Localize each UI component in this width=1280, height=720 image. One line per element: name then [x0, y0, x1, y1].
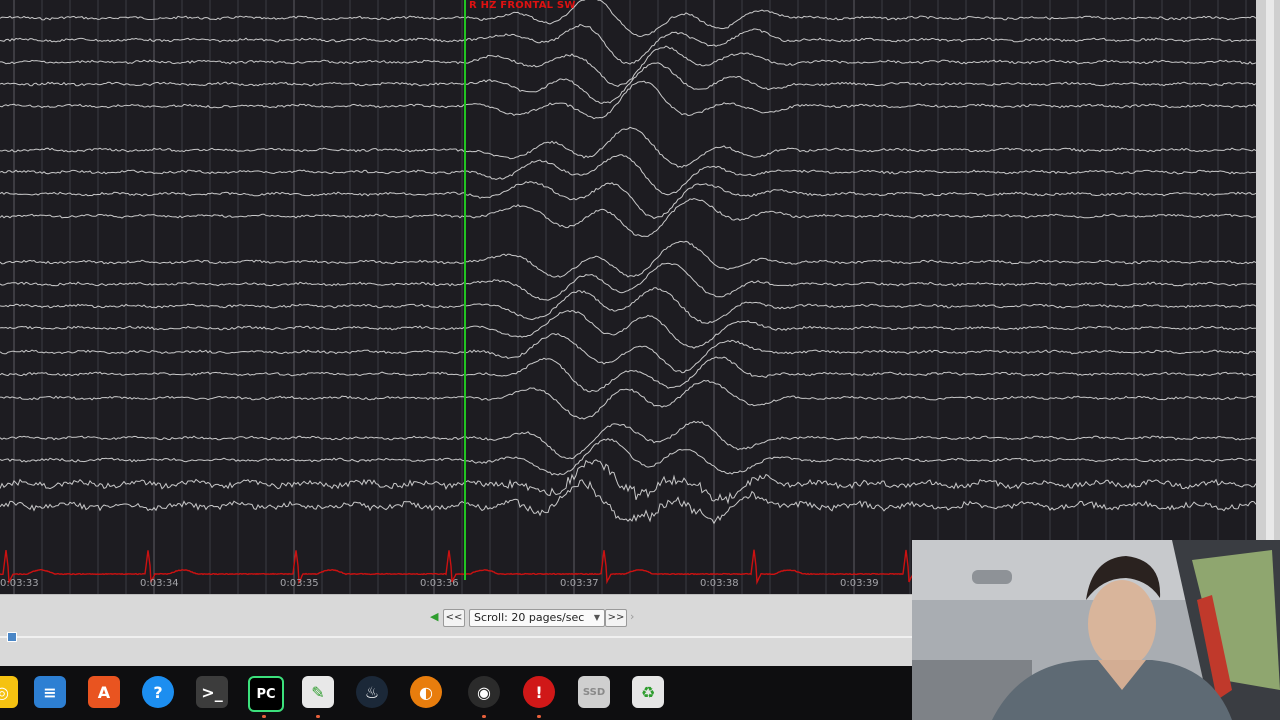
running-indicator [482, 715, 486, 718]
eeg-channel-trace [0, 45, 1256, 87]
time-axis-label: 0:03:36 [420, 578, 459, 589]
pycharm-icon[interactable]: PC [248, 676, 284, 712]
eeg-channel-trace [0, 287, 1256, 324]
timeline-slider[interactable] [0, 636, 912, 638]
text-editor-icon[interactable]: ✎ [302, 676, 334, 708]
dock-taskbar: ◎ ≡ A? >_ PC ✎ ♨ ◐ ◉! SSD ♻ [0, 666, 912, 720]
time-axis-label: 0:03:33 [0, 578, 39, 589]
fast-forward-button[interactable]: >> [605, 609, 627, 627]
dropdown-caret-icon: ▼ [593, 613, 600, 622]
eeg-channel-trace [0, 181, 1256, 220]
time-axis-label: 0:03:38 [700, 578, 739, 589]
eeg-channel-trace [0, 459, 1256, 505]
blender-icon[interactable]: ◐ [410, 676, 442, 708]
eeg-channel-trace [0, 0, 1256, 38]
time-axis-label: 0:03:39 [840, 578, 879, 589]
running-indicator [316, 715, 320, 718]
trash-icon[interactable]: ♻ [632, 676, 664, 708]
eeg-waveform-canvas[interactable] [0, 0, 1256, 594]
eeg-channel-trace [0, 356, 1256, 393]
steam-icon[interactable]: ♨ [356, 676, 388, 708]
eeg-channel-trace [0, 23, 1256, 65]
webcam-image [912, 540, 1280, 720]
scroll-rate-value: Scroll: 20 pages/sec [474, 611, 585, 624]
time-axis-label: 0:03:34 [140, 578, 179, 589]
help-icon[interactable]: ? [142, 676, 174, 708]
eeg-channel-trace [0, 420, 1256, 460]
rhythmbox-icon[interactable]: ◎ [0, 676, 18, 708]
eeg-channel-trace [0, 479, 1256, 525]
eeg-channel-trace [0, 80, 1256, 120]
obs-icon[interactable]: ◉ [468, 676, 500, 708]
vertical-scrollbar[interactable] [1256, 0, 1280, 594]
error-alert-icon[interactable]: ! [523, 676, 555, 708]
ssd-drive-icon[interactable]: SSD [578, 676, 610, 708]
eeg-channel-trace [0, 379, 1256, 420]
rewind-button[interactable]: << [443, 609, 465, 627]
timeline-slider-handle[interactable] [7, 632, 18, 642]
eeg-channel-trace [0, 197, 1256, 238]
eeg-channel-trace [0, 126, 1256, 168]
eeg-channel-trace [0, 309, 1256, 349]
eeg-channel-trace [0, 240, 1256, 278]
running-indicator [262, 715, 266, 718]
forward-arrow-icon[interactable]: › [630, 610, 634, 623]
eeg-channel-trace [0, 262, 1256, 301]
back-arrow-icon[interactable]: ◀ [430, 610, 438, 623]
software-center-icon[interactable]: A [88, 676, 120, 708]
annotation-label[interactable]: R HZ FRONTAL SW [469, 0, 576, 11]
vertical-scrollbar-thumb[interactable] [1266, 0, 1274, 594]
eeg-channel-trace [0, 154, 1256, 196]
eeg-channel-trace [0, 437, 1256, 476]
terminal-icon[interactable]: >_ [196, 676, 228, 708]
time-axis-label: 0:03:37 [560, 578, 599, 589]
scroll-rate-select[interactable]: Scroll: 20 pages/sec ▼ [469, 609, 605, 627]
writer-document-icon[interactable]: ≡ [34, 676, 66, 708]
eeg-waveform-view[interactable]: R HZ FRONTAL SW 0:03:33 0:03:34 0:03:35 0:0… [0, 0, 1256, 594]
eeg-channel-trace [0, 332, 1256, 374]
running-indicator [537, 715, 541, 718]
time-axis-label: 0:03:35 [280, 578, 319, 589]
eeg-channel-trace [0, 62, 1256, 105]
webcam-overlay [912, 540, 1280, 720]
